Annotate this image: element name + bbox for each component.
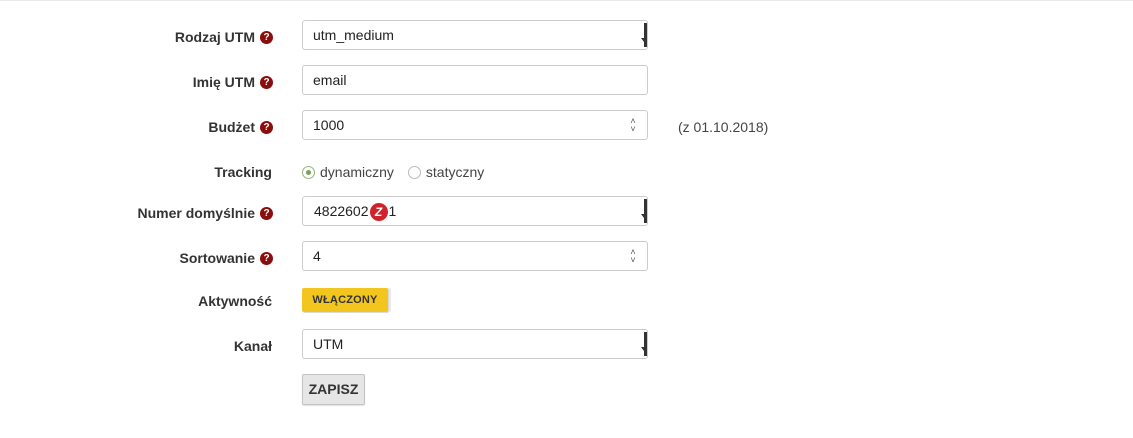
budget-label: Budżet ? — [208, 110, 273, 144]
save-button[interactable]: ZAPISZ — [302, 374, 365, 405]
row-budget: Budżet ? 1000 ˄ ˅ (z 01.10.2018) — [0, 110, 1133, 144]
default-number-label: Numer domyślnie ? — [138, 196, 273, 230]
row-tracking: Tracking dynamiczny statyczny — [0, 155, 1133, 189]
help-icon[interactable]: ? — [260, 206, 273, 220]
top-divider — [0, 0, 1133, 1]
row-utm-type: Rodzaj UTM ? utm_medium — [0, 20, 1133, 54]
radio-static[interactable]: statyczny — [407, 164, 484, 180]
radio-dynamic[interactable]: dynamiczny — [302, 164, 394, 180]
activity-toggle[interactable]: WŁĄCZONY — [302, 288, 388, 312]
row-utm-name: Imię UTM ? email — [0, 65, 1133, 99]
radio-icon[interactable] — [407, 165, 421, 179]
utm-name-label: Imię UTM ? — [193, 65, 273, 99]
budget-date-note: (z 01.10.2018) — [678, 119, 769, 135]
spinner-icon[interactable]: ˄ ˅ — [629, 117, 637, 134]
utm-name-input[interactable]: email — [302, 65, 648, 95]
spinner-icon[interactable]: ˄ ˅ — [629, 248, 637, 265]
tracking-label: Tracking — [214, 164, 272, 180]
help-icon[interactable]: ? — [260, 30, 273, 44]
help-icon[interactable]: ? — [260, 75, 273, 89]
phone-flag-icon: Z — [369, 203, 388, 222]
select-arrow-icon — [641, 23, 647, 47]
select-arrow-icon — [641, 199, 647, 223]
row-default-number: Numer domyślnie ? 4822602 Z 1 — [0, 196, 1133, 230]
activity-label: Aktywność — [198, 293, 272, 309]
channel-label: Kanał — [233, 338, 272, 354]
sorting-input[interactable]: 4 ˄ ˅ — [302, 241, 648, 271]
help-icon[interactable]: ? — [260, 251, 273, 265]
utm-type-label: Rodzaj UTM ? — [175, 20, 273, 54]
row-sorting: Sortowanie ? 4 ˄ ˅ — [0, 241, 1133, 275]
utm-type-select[interactable]: utm_medium — [302, 20, 648, 50]
tracking-radio-group: dynamiczny statyczny — [302, 155, 498, 189]
select-arrow-icon — [641, 332, 647, 356]
radio-icon[interactable] — [302, 165, 315, 179]
row-activity: Aktywność WŁĄCZONY — [0, 284, 1133, 318]
default-number-select[interactable]: 4822602 Z 1 — [302, 196, 648, 226]
row-submit: ZAPISZ — [0, 374, 1133, 408]
channel-select[interactable]: UTM — [302, 329, 648, 359]
row-channel: Kanał UTM — [0, 329, 1133, 363]
help-icon[interactable]: ? — [260, 120, 273, 134]
sorting-label: Sortowanie ? — [180, 241, 273, 275]
budget-input[interactable]: 1000 ˄ ˅ — [302, 110, 648, 140]
